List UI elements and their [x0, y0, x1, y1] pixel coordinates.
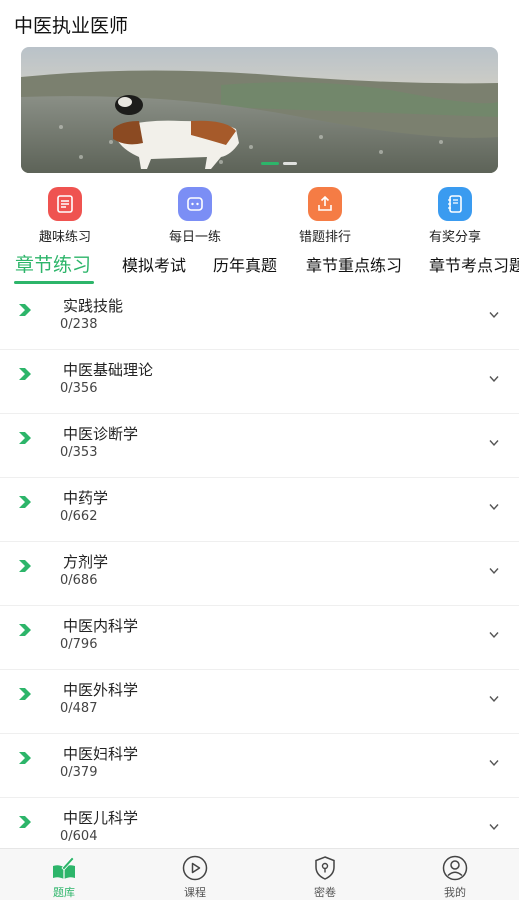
- list-item[interactable]: 中医儿科学 0/604: [0, 798, 519, 848]
- chapter-progress: 0/662: [60, 509, 98, 524]
- quick-action-daily-practice[interactable]: 每日一练: [155, 185, 235, 243]
- chevron-down-icon[interactable]: [489, 503, 499, 511]
- tab-key-chapter-practice[interactable]: 章节重点练习: [306, 252, 402, 276]
- chapter-progress: 0/604: [60, 829, 98, 844]
- tab-mock-exam[interactable]: 模拟考试: [122, 252, 186, 276]
- robot-icon: [178, 187, 212, 221]
- chevron-down-icon[interactable]: [489, 311, 499, 319]
- checklist-icon: [48, 187, 82, 221]
- chevron-down-icon[interactable]: [489, 695, 499, 703]
- list-item[interactable]: 中医妇科学 0/379: [0, 734, 519, 798]
- list-item[interactable]: 方剂学 0/686: [0, 542, 519, 606]
- nav-profile[interactable]: 我的: [420, 853, 490, 900]
- shield-lock-icon: [290, 853, 360, 883]
- chapter-progress: 0/353: [60, 445, 98, 460]
- carousel-indicator: [261, 162, 297, 165]
- chevron-right-icon: [19, 624, 31, 636]
- chapter-progress: 0/238: [60, 317, 98, 332]
- chevron-down-icon[interactable]: [489, 823, 499, 831]
- chevron-down-icon[interactable]: [489, 759, 499, 767]
- quick-action-reward-share[interactable]: 有奖分享: [415, 185, 495, 243]
- active-tab-indicator: [14, 281, 94, 284]
- quick-actions: 趣味练习 每日一练 错题排行 有奖分享: [0, 185, 519, 243]
- chevron-right-icon: [19, 496, 31, 508]
- chapter-title: 中医诊断学: [63, 425, 139, 443]
- tab-chapter-practice[interactable]: 章节练习: [15, 250, 91, 277]
- chapter-title: 方剂学: [63, 553, 109, 571]
- chapter-title: 中医外科学: [63, 681, 139, 699]
- chevron-right-icon: [19, 304, 31, 316]
- list-item[interactable]: 中医外科学 0/487: [0, 670, 519, 734]
- chevron-down-icon[interactable]: [489, 567, 499, 575]
- list-item[interactable]: 实践技能 0/238: [0, 286, 519, 350]
- chapter-title: 中医内科学: [63, 617, 139, 635]
- list-item[interactable]: 中医内科学 0/796: [0, 606, 519, 670]
- quick-action-wrong-ranking[interactable]: 错题排行: [285, 185, 365, 243]
- banner-carousel[interactable]: [21, 47, 498, 173]
- chevron-right-icon: [19, 368, 31, 380]
- chapter-progress: 0/686: [60, 573, 98, 588]
- chevron-right-icon: [19, 432, 31, 444]
- chapter-list: 实践技能 0/238 中医基础理论 0/356 中医诊断学 0/353 中药学 …: [0, 286, 519, 848]
- list-item[interactable]: 中医诊断学 0/353: [0, 414, 519, 478]
- tab-past-papers[interactable]: 历年真题: [213, 252, 277, 276]
- chapter-progress: 0/356: [60, 381, 98, 396]
- upload-tray-icon: [308, 187, 342, 221]
- tab-chapter-exam-points[interactable]: 章节考点习题: [429, 252, 519, 276]
- chapter-title: 中医妇科学: [63, 745, 139, 763]
- chapter-title: 实践技能: [63, 297, 124, 315]
- carousel-dot-active[interactable]: [261, 162, 279, 165]
- list-item[interactable]: 中医基础理论 0/356: [0, 350, 519, 414]
- question-bank-icon: [29, 853, 99, 883]
- category-tabs: 章节练习 模拟考试 历年真题 章节重点练习 章节考点习题: [0, 246, 519, 286]
- nav-question-bank[interactable]: 题库: [29, 853, 99, 900]
- chevron-right-icon: [19, 752, 31, 764]
- list-item[interactable]: 中药学 0/662: [0, 478, 519, 542]
- play-circle-icon: [160, 853, 230, 883]
- chapter-title: 中医儿科学: [63, 809, 139, 827]
- app-title: 中医执业医师: [14, 15, 129, 37]
- quick-action-fun-practice[interactable]: 趣味练习: [25, 185, 105, 243]
- chapter-progress: 0/379: [60, 765, 98, 780]
- chevron-right-icon: [19, 816, 31, 828]
- banner-image: [21, 47, 498, 173]
- nav-courses[interactable]: 课程: [160, 853, 230, 900]
- chevron-right-icon: [19, 688, 31, 700]
- chevron-down-icon[interactable]: [489, 439, 499, 447]
- carousel-dot[interactable]: [283, 162, 297, 165]
- chevron-down-icon[interactable]: [489, 631, 499, 639]
- bottom-nav: 题库 课程 密卷 我的: [0, 848, 519, 900]
- nav-secret-papers[interactable]: 密卷: [290, 853, 360, 900]
- notebook-icon: [438, 187, 472, 221]
- chapter-progress: 0/487: [60, 701, 98, 716]
- user-circle-icon: [420, 853, 490, 883]
- chapter-title: 中药学: [63, 489, 109, 507]
- chapter-title: 中医基础理论: [63, 361, 154, 379]
- chevron-down-icon[interactable]: [489, 375, 499, 383]
- chapter-progress: 0/796: [60, 637, 98, 652]
- chevron-right-icon: [19, 560, 31, 572]
